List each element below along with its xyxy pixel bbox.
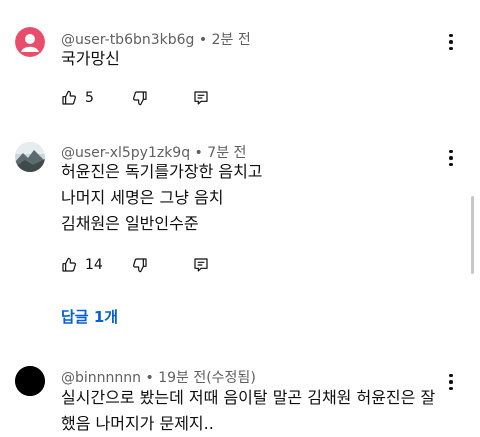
comment-time[interactable]: 2분 전 — [212, 32, 251, 48]
thumbs-down-icon — [133, 91, 147, 106]
person-icon — [15, 27, 45, 57]
view-replies-button[interactable]: 답글 1개 — [61, 306, 118, 327]
comment-author[interactable]: @binnnnnn — [61, 370, 141, 386]
comment-3: @binnnnnn • 19분 전(수정됨) 실시간으로 봤는데 저때 음이탈 … — [0, 360, 480, 434]
thumbs-up-icon — [62, 257, 76, 272]
like-count: 14 — [85, 257, 103, 273]
comment-meta: @binnnnnn • 19분 전(수정됨) — [61, 367, 256, 387]
avatar[interactable] — [15, 142, 45, 172]
more-actions-icon[interactable] — [443, 32, 459, 52]
comment-text: 허윤진은 독기를가장한 음치고 나머지 세명은 그냥 음치 김채원은 일반인수준 — [61, 162, 263, 233]
comment-2: @user-xl5py1zk9q • 7분 전 허윤진은 독기를가장한 음치고 … — [0, 120, 480, 340]
comment-text: 국가망신 — [61, 49, 120, 68]
comment-1: @user-tb6bn3kb6g • 2분 전 국가망신 5 — [0, 0, 480, 120]
more-actions-icon[interactable] — [443, 372, 459, 392]
reply-button[interactable] — [193, 253, 209, 277]
more-actions-icon[interactable] — [443, 148, 459, 168]
avatar[interactable] — [15, 27, 45, 57]
avatar-image — [15, 366, 45, 396]
thumbs-up-icon — [62, 90, 76, 105]
meta-separator: • — [141, 370, 159, 386]
reply-comment-icon — [194, 91, 208, 105]
comment-text: 실시간으로 봤는데 저때 음이탈 말곤 김채원 허윤진은 잘 했음 나머지가 문… — [61, 388, 436, 433]
landscape-photo — [15, 142, 45, 172]
comment-time[interactable]: 19분 전(수정됨) — [158, 370, 256, 386]
dislike-button[interactable] — [132, 253, 148, 277]
like-count: 5 — [85, 90, 94, 106]
reply-button[interactable] — [193, 86, 209, 110]
like-button[interactable]: 14 — [61, 253, 103, 277]
scrollbar[interactable] — [471, 196, 474, 274]
thumbs-down-icon — [133, 258, 147, 273]
meta-separator: • — [194, 32, 212, 48]
dislike-button[interactable] — [132, 86, 148, 110]
reply-comment-icon — [194, 258, 208, 272]
avatar[interactable] — [15, 366, 45, 396]
like-button[interactable]: 5 — [61, 86, 94, 110]
